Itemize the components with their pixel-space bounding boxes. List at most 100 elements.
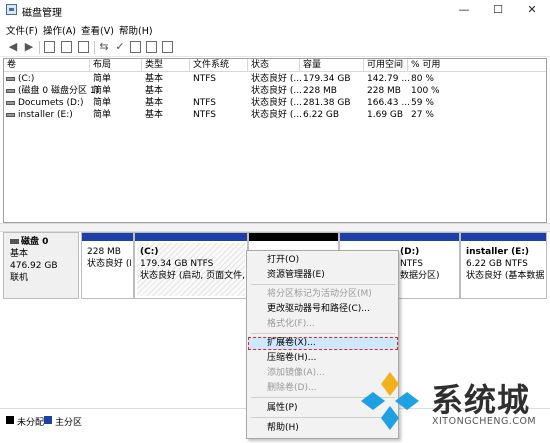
partition-size: 179.34 GB NTFS xyxy=(140,259,214,269)
toolbar-separator xyxy=(94,41,95,54)
partition-stripe xyxy=(82,233,133,241)
toolbar-separator xyxy=(39,41,40,54)
partition-name: (D:) xyxy=(400,247,420,257)
cell-capacity: 6.22 GB xyxy=(303,110,340,120)
cell-volume: Documets (D:) xyxy=(18,98,84,108)
menu-item-open[interactable]: 打开(O) xyxy=(267,255,299,266)
disk-management-icon xyxy=(6,4,17,15)
partition-status: 状态良好 (E xyxy=(87,259,131,269)
menu-item-extend-volume[interactable]: 扩展卷(X)... xyxy=(267,338,316,349)
check-icon[interactable]: ✓ xyxy=(113,40,127,54)
forward-icon[interactable]: ▶ xyxy=(22,40,36,54)
menu-separator xyxy=(251,284,395,285)
column-header-percent-free[interactable]: % 可用 xyxy=(408,59,546,72)
partition-stripe xyxy=(340,233,459,241)
cell-capacity: 179.34 GB xyxy=(303,74,351,84)
cell-filesystem: NTFS xyxy=(193,110,216,120)
partition-stripe xyxy=(249,233,338,241)
partition-efi[interactable]: 228 MB 状态良好 (E xyxy=(81,232,134,299)
legend-unallocated-label: 未分配 xyxy=(17,418,45,428)
disk-0-label[interactable]: 磁盘 0 基本 476.92 GB 联机 xyxy=(3,232,79,299)
menu-item-format: 格式化(F)... xyxy=(267,319,315,329)
table-row[interactable]: Documets (D:) 简单 基本 NTFS 状态良好 (... 281.3… xyxy=(4,97,546,109)
disk-size: 476.92 GB xyxy=(10,261,58,271)
title-bar: 磁盘管理 — ☐ ✕ xyxy=(0,0,550,20)
partition-stripe xyxy=(461,233,546,241)
console-tree-icon[interactable] xyxy=(78,41,89,53)
cell-volume: (磁盘 0 磁盘分区 1) xyxy=(18,86,100,96)
legend-unallocated-swatch xyxy=(6,416,14,424)
cell-filesystem: NTFS xyxy=(193,74,216,84)
menu-item-explorer[interactable]: 资源管理器(E) xyxy=(267,270,325,281)
column-header-layout[interactable]: 布局 xyxy=(90,59,142,72)
volume-list: 卷 布局 类型 文件系统 状态 容量 可用空间 % 可用 (C:) 简单 基本 … xyxy=(3,58,547,223)
table-row[interactable]: (C:) 简单 基本 NTFS 状态良好 (... 179.34 GB 142.… xyxy=(4,73,546,85)
menu-view[interactable]: 查看(V) xyxy=(81,23,114,37)
table-row[interactable]: (磁盘 0 磁盘分区 1) 简单 基本 状态良好 (... 228 MB 228… xyxy=(4,85,546,97)
column-header-free-space[interactable]: 可用空间 xyxy=(364,59,408,72)
partition-status: 数据分区) xyxy=(400,271,440,281)
window-icon[interactable] xyxy=(162,41,173,53)
table-row[interactable]: installer (E:) 简单 基本 NTFS 状态良好 (... 6.22… xyxy=(4,109,546,121)
properties-pane-icon[interactable] xyxy=(44,41,55,53)
partition-status: 状态良好 (启动, 页面文件, 故障 xyxy=(140,271,245,281)
cell-free-space: 166.43 ... xyxy=(367,98,410,108)
cell-free-space: 142.79 ... xyxy=(367,74,410,84)
folder-icon[interactable] xyxy=(130,41,141,53)
menu-separator xyxy=(251,333,395,334)
menu-item-change-drive-letter[interactable]: 更改驱动器号和路径(C)... xyxy=(267,304,370,315)
partition-size: 6.22 GB NTFS xyxy=(466,259,528,269)
cell-type: 基本 xyxy=(145,110,164,120)
minimize-button[interactable]: — xyxy=(447,0,481,20)
partition-c[interactable]: (C:) 179.34 GB NTFS 状态良好 (启动, 页面文件, 故障 xyxy=(134,232,248,299)
help-icon[interactable] xyxy=(61,41,72,53)
cell-status: 状态良好 (... xyxy=(251,86,302,96)
disk-status: 联机 xyxy=(10,273,29,283)
disk-type: 基本 xyxy=(10,249,29,259)
volume-icon xyxy=(6,89,15,93)
volume-icon xyxy=(6,113,15,117)
menu-item-properties[interactable]: 属性(P) xyxy=(267,403,297,414)
cell-percent-free: 100 % xyxy=(411,86,440,96)
back-icon[interactable]: ◀ xyxy=(6,40,20,54)
column-header-filesystem[interactable]: 文件系统 xyxy=(190,59,248,72)
watermark-logo-icon xyxy=(361,372,419,430)
partition-size: NTFS xyxy=(400,259,423,269)
partition-name: (C:) xyxy=(140,247,159,257)
toolbar: ◀ ▶ ⇆ ✓ xyxy=(0,38,550,57)
connect-icon[interactable]: ⇆ xyxy=(97,40,111,54)
cell-capacity: 281.38 GB xyxy=(303,98,351,108)
menu-item-shrink-volume[interactable]: 压缩卷(H)... xyxy=(267,353,316,364)
cell-layout: 简单 xyxy=(93,86,112,96)
cell-volume: installer (E:) xyxy=(18,110,73,120)
menu-item-mark-active: 将分区标记为活动分区(M) xyxy=(267,289,372,299)
window-title: 磁盘管理 xyxy=(22,8,62,19)
cell-volume: (C:) xyxy=(18,74,35,84)
partition-status: 状态良好 (基本数据分 xyxy=(466,271,544,281)
partition-name: installer (E:) xyxy=(466,247,530,257)
column-header-type[interactable]: 类型 xyxy=(142,59,190,72)
cell-layout: 简单 xyxy=(93,98,112,108)
watermark-title: 系统城 xyxy=(431,381,531,419)
menu-help[interactable]: 帮助(H) xyxy=(119,23,153,37)
menu-file[interactable]: 文件(F) xyxy=(6,23,38,37)
maximize-button[interactable]: ☐ xyxy=(481,0,515,20)
new-doc-icon[interactable] xyxy=(146,41,157,53)
partition-e[interactable]: installer (E:) 6.22 GB NTFS 状态良好 (基本数据分 xyxy=(460,232,547,299)
disk-icon xyxy=(10,239,19,244)
legend-primary-swatch xyxy=(44,416,52,424)
close-button[interactable]: ✕ xyxy=(515,0,549,20)
cell-capacity: 228 MB xyxy=(303,86,337,96)
menu-item-help[interactable]: 帮助(H) xyxy=(267,423,299,434)
menu-action[interactable]: 操作(A) xyxy=(43,23,76,37)
column-header-capacity[interactable]: 容量 xyxy=(300,59,364,72)
pane-splitter[interactable] xyxy=(0,223,550,232)
cell-status: 状态良好 (... xyxy=(251,110,302,120)
column-header-status[interactable]: 状态 xyxy=(248,59,300,72)
cell-filesystem: NTFS xyxy=(193,98,216,108)
cell-type: 基本 xyxy=(145,74,164,84)
legend-primary-label: 主分区 xyxy=(55,418,83,428)
cell-free-space: 1.69 GB xyxy=(367,110,404,120)
column-header-volume[interactable]: 卷 xyxy=(4,59,90,72)
cell-percent-free: 27 % xyxy=(411,110,434,120)
